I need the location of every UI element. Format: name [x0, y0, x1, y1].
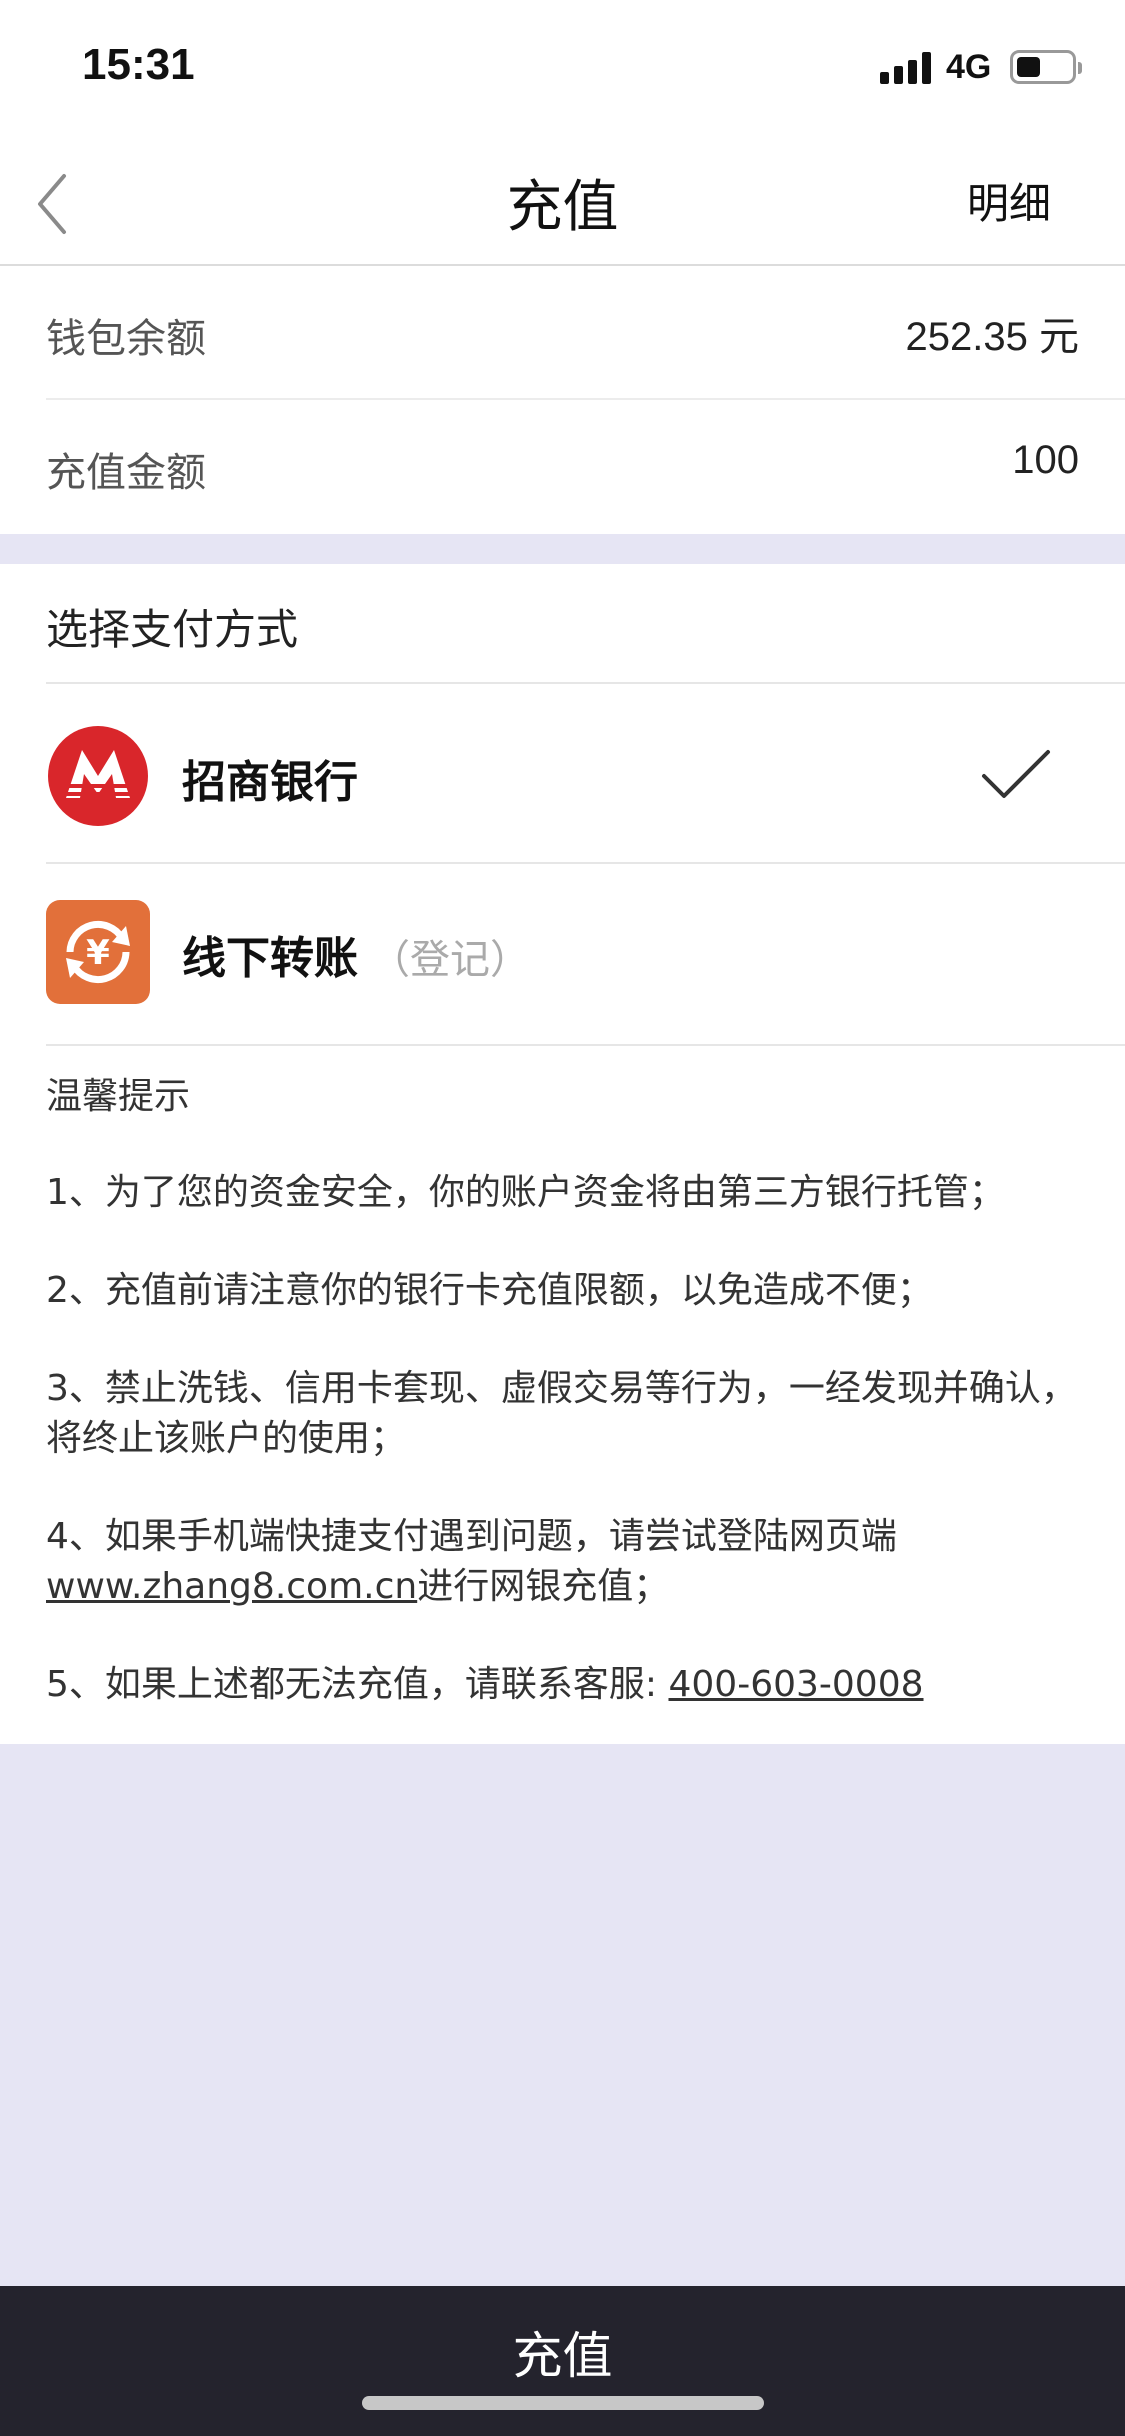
recharge-amount-input[interactable]: 100 — [1012, 438, 1079, 483]
status-bar: 15:31 4G — [0, 0, 1125, 140]
check-icon — [982, 750, 1050, 798]
recharge-amount-label: 充值金额 — [46, 450, 206, 496]
signal-icon — [880, 52, 934, 84]
network-label: 4G — [946, 48, 992, 86]
payment-header: 选择支付方式 — [46, 605, 299, 654]
tip-text: 4、如果手机端快捷支付遇到问题，请尝试登陆网页端 — [46, 1516, 897, 1557]
payment-option-name: 线下转账 — [182, 933, 358, 984]
page-title: 充值 — [506, 175, 619, 240]
divider — [46, 1044, 1125, 1046]
svg-text:¥: ¥ — [86, 933, 110, 973]
home-indicator — [362, 2396, 764, 2410]
tip-item: 4、如果手机端快捷支付遇到问题，请尝试登陆网页端 www.zhang8.com.c… — [46, 1512, 1107, 1612]
wallet-balance-label: 钱包余额 — [46, 316, 206, 362]
detail-button[interactable]: 明细 — [967, 170, 1051, 231]
website-link[interactable]: www.zhang8.com.cn — [46, 1566, 417, 1607]
battery-icon — [1010, 50, 1082, 84]
tip-item: 2、充值前请注意你的银行卡充值限额，以免造成不便； — [46, 1270, 933, 1311]
tips-panel: 温馨提示 1、为了您的资金安全，你的账户资金将由第三方银行托管； 2、充值前请注… — [46, 1072, 1107, 1758]
payment-section: 选择支付方式 招商银行 ¥ 线下转账（登记） 温馨提示 1、为了您的资金安全， — [0, 564, 1125, 1744]
wallet-balance-value: 252.35 元 — [905, 315, 1079, 359]
payment-option-label: 线下转账 （登记） — [182, 922, 530, 986]
recharge-button[interactable]: 充值 — [0, 2286, 1125, 2436]
yuan-transfer-icon: ¥ — [46, 900, 150, 1004]
wallet-balance-row: 钱包余额 252.35 元 — [46, 266, 1079, 400]
recharge-button-label: 充值 — [512, 2327, 613, 2385]
nav-bar: 充值 明细 — [0, 140, 1125, 266]
payment-option-offline[interactable]: ¥ 线下转账 （登记） — [0, 864, 1125, 1044]
payment-option-note: （登记） — [370, 937, 530, 983]
tip-item: 1、为了您的资金安全，你的账户资金将由第三方银行托管； — [46, 1172, 1005, 1213]
status-time: 15:31 — [82, 40, 195, 89]
tip-text: 进行网银充值； — [417, 1566, 670, 1607]
tip-item: 5、如果上述都无法充值，请联系客服: 400-603-0008 — [46, 1660, 1107, 1710]
service-phone-link[interactable]: 400-603-0008 — [668, 1664, 923, 1705]
balance-section: 钱包余额 252.35 元 充值金额 100 — [0, 266, 1125, 534]
tips-title: 温馨提示 — [46, 1076, 191, 1117]
cmb-bank-logo-icon — [48, 726, 148, 826]
recharge-amount-row[interactable]: 充值金额 100 — [46, 400, 1079, 534]
payment-option-label: 招商银行 — [182, 757, 358, 808]
payment-option-cmb[interactable]: 招商银行 — [0, 684, 1125, 864]
tip-item: 3、禁止洗钱、信用卡套现、虚假交易等行为，一经发现并确认，将终止该账户的使用； — [46, 1368, 1077, 1459]
tip-text: 5、如果上述都无法充值，请联系客服: — [46, 1664, 669, 1705]
